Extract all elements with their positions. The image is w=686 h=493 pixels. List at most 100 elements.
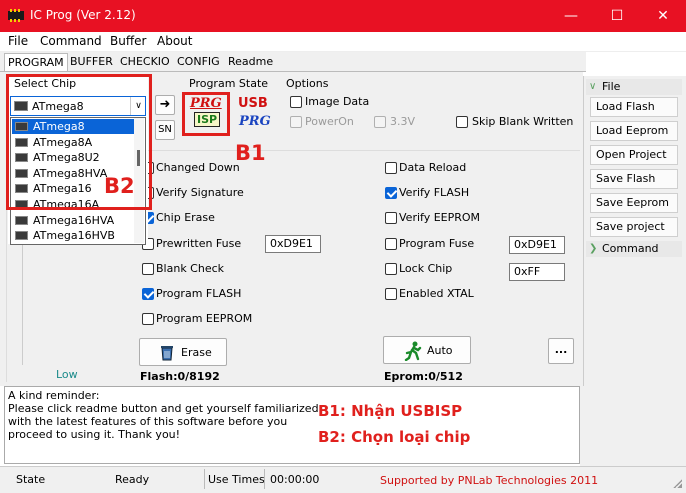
prewritten-fuse-label: Prewritten Fuse xyxy=(156,237,242,250)
resize-grip-icon[interactable] xyxy=(672,478,682,488)
chip-erase-label: Chip Erase xyxy=(156,211,215,224)
state-value: Ready xyxy=(115,473,150,486)
image-data-checkbox[interactable] xyxy=(290,96,302,108)
save-project-button[interactable]: Save project xyxy=(590,217,678,237)
program-state-label: Program State xyxy=(189,77,269,90)
status-divider xyxy=(264,469,265,489)
program-fuse-checkbox[interactable] xyxy=(385,238,397,250)
tab-buffer[interactable]: BUFFER xyxy=(70,55,113,68)
blank-check-label: Blank Check xyxy=(156,262,225,275)
verify-flash-label: Verify FLASH xyxy=(399,186,470,199)
chip-option[interactable]: ATmega16HVB xyxy=(12,228,134,243)
minimize-button[interactable]: — xyxy=(548,0,594,32)
enabled-xtal-label: Enabled XTAL xyxy=(399,287,474,300)
tab-readme[interactable]: Readme xyxy=(228,55,273,68)
auto-button[interactable]: Auto xyxy=(383,336,471,364)
enabled-xtal-checkbox[interactable] xyxy=(385,288,397,300)
skip-blank-label: Skip Blank Written xyxy=(472,115,574,128)
step1-annotation: B1: Nhận USBISP xyxy=(318,402,463,420)
arrow-right-button[interactable]: ➜ xyxy=(155,95,175,115)
command-section-header[interactable]: ❯ Command xyxy=(586,241,682,257)
b1-annotation: B1 xyxy=(235,141,266,165)
sn-button[interactable]: SN xyxy=(155,120,175,140)
data-reload-checkbox[interactable] xyxy=(385,162,397,174)
maximize-button[interactable]: ☐ xyxy=(594,0,640,32)
verify-eeprom-checkbox[interactable] xyxy=(385,212,397,224)
window-title: IC Prog (Ver 2.12) xyxy=(30,8,136,22)
erase-button-label: Erase xyxy=(181,346,212,359)
tab-config[interactable]: CONFIG xyxy=(177,55,220,68)
running-man-icon xyxy=(404,341,422,361)
menu-about[interactable]: About xyxy=(157,34,192,48)
power-on-label: PowerOn xyxy=(305,115,354,128)
prewritten-fuse-input[interactable]: 0xD9E1 xyxy=(265,235,321,253)
credit-text: Supported by PNLab Technologies 2011 xyxy=(380,474,599,487)
eprom-info: Eprom:0/512 xyxy=(384,370,463,383)
program-fuse-label: Program Fuse xyxy=(399,237,475,250)
save-flash-button[interactable]: Save Flash xyxy=(590,169,678,189)
program-eeprom-checkbox[interactable] xyxy=(142,313,154,325)
state-label: State xyxy=(16,473,46,486)
chip-icon xyxy=(15,215,28,225)
erase-button[interactable]: Erase xyxy=(139,338,227,366)
chip-option-label: ATmega16HVA xyxy=(33,213,115,227)
level-label: Low xyxy=(56,368,78,381)
program-flash-checkbox[interactable] xyxy=(142,288,154,300)
blank-check-checkbox[interactable] xyxy=(142,263,154,275)
chip-option[interactable]: ATmega16HVA xyxy=(12,213,134,228)
lock-chip-input[interactable]: 0xFF xyxy=(509,263,565,281)
file-section-header[interactable]: ∨ File xyxy=(586,79,682,95)
file-section-label: File xyxy=(602,80,621,93)
usb-prg-icon[interactable]: USB PRG xyxy=(237,96,273,132)
verify-flash-checkbox[interactable] xyxy=(385,187,397,199)
status-divider xyxy=(204,469,205,489)
save-eeprom-button[interactable]: Save Eeprom xyxy=(590,193,678,213)
chip-icon xyxy=(15,231,28,241)
menu-bar xyxy=(0,32,686,52)
image-data-label: Image Data xyxy=(305,95,370,108)
tab-program[interactable]: PROGRAM xyxy=(4,53,68,71)
use-times-value: 00:00:00 xyxy=(270,473,320,486)
more-options-button[interactable]: ... xyxy=(548,338,574,364)
power-on-checkbox[interactable] xyxy=(290,116,302,128)
menu-buffer[interactable]: Buffer xyxy=(110,34,146,48)
reminder-line: A kind reminder: xyxy=(8,389,100,402)
voltage-checkbox[interactable] xyxy=(374,116,386,128)
program-flash-label: Program FLASH xyxy=(156,287,242,300)
chevron-double-down-icon: ∨ xyxy=(589,81,597,92)
open-project-button[interactable]: Open Project xyxy=(590,145,678,165)
lock-chip-checkbox[interactable] xyxy=(385,263,397,275)
verify-eeprom-label: Verify EEPROM xyxy=(399,211,481,224)
erase-icon xyxy=(161,346,173,361)
arrow-right-icon: ➜ xyxy=(159,97,171,112)
options-label: Options xyxy=(286,77,329,90)
program-eeprom-label: Program EEPROM xyxy=(156,312,253,325)
changed-down-label: Changed Down xyxy=(156,161,240,174)
tab-checkio[interactable]: CHECKIO xyxy=(120,55,170,68)
menu-command[interactable]: Command xyxy=(40,34,102,48)
verify-signature-label: Verify Signature xyxy=(156,186,244,199)
b2-annotation: B2 xyxy=(104,174,135,198)
load-flash-button[interactable]: Load Flash xyxy=(590,97,678,117)
b1-highlight-box xyxy=(182,92,230,136)
chip-option-label: ATmega16HVB xyxy=(33,229,115,243)
flash-info: Flash:0/8192 xyxy=(140,370,220,383)
program-fuse-input[interactable]: 0xD9E1 xyxy=(509,236,565,254)
app-icon xyxy=(8,9,24,22)
usb-bottom-text: PRG xyxy=(239,114,271,129)
reminder-line: with the latest features of this softwar… xyxy=(8,415,288,428)
lock-chip-label: Lock Chip xyxy=(399,262,453,275)
auto-button-label: Auto xyxy=(427,344,453,357)
usb-top-text: USB xyxy=(238,96,268,111)
step2-annotation: B2: Chọn loại chip xyxy=(318,428,471,446)
menu-file[interactable]: File xyxy=(8,34,28,48)
title-bar: IC Prog (Ver 2.12) — ☐ ✕ xyxy=(0,0,686,32)
bottom-right-blank xyxy=(580,386,686,466)
command-section-label: Command xyxy=(602,242,659,255)
load-eeprom-button[interactable]: Load Eeprom xyxy=(590,121,678,141)
data-reload-label: Data Reload xyxy=(399,161,467,174)
close-button[interactable]: ✕ xyxy=(640,0,686,32)
reminder-text: A kind reminder: Please click readme butt… xyxy=(8,389,319,441)
skip-blank-checkbox[interactable] xyxy=(456,116,468,128)
use-times-label: Use Times xyxy=(208,473,265,486)
